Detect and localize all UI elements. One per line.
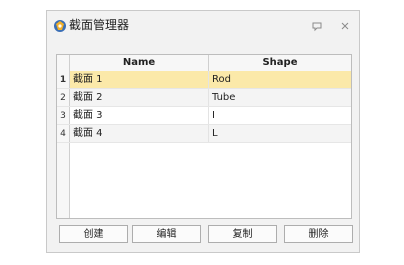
table-corner-cell — [57, 55, 70, 71]
shape-cell[interactable]: L — [209, 125, 351, 143]
table-row[interactable]: 2 截面 2 Tube — [57, 89, 351, 107]
section-manager-dialog: 截面管理器 Name Shape 1 截面 1 Rod 2 截面 2 Tube … — [46, 10, 360, 253]
row-index: 4 — [57, 125, 70, 143]
row-index: 2 — [57, 89, 70, 107]
app-logo-icon — [54, 20, 66, 32]
screenshot-canvas: 截面管理器 Name Shape 1 截面 1 Rod 2 截面 2 Tube … — [0, 0, 404, 265]
name-cell[interactable]: 截面 4 — [70, 125, 209, 143]
table-row[interactable]: 1 截面 1 Rod — [57, 71, 351, 89]
delete-button[interactable]: 删除 — [284, 225, 353, 243]
row-index: 3 — [57, 107, 70, 125]
column-header-shape[interactable]: Shape — [209, 55, 351, 71]
edit-button[interactable]: 编辑 — [132, 225, 201, 243]
shape-cell[interactable]: I — [209, 107, 351, 125]
column-header-name[interactable]: Name — [70, 55, 209, 71]
close-icon[interactable] — [338, 19, 352, 33]
row-index: 1 — [57, 71, 70, 89]
shape-cell[interactable]: Rod — [209, 71, 351, 89]
name-cell[interactable]: 截面 3 — [70, 107, 209, 125]
titlebar: 截面管理器 — [47, 11, 359, 41]
name-cell[interactable]: 截面 2 — [70, 89, 209, 107]
copy-button[interactable]: 复制 — [208, 225, 277, 243]
row-divider — [57, 142, 351, 143]
name-cell[interactable]: 截面 1 — [70, 71, 209, 89]
window-title: 截面管理器 — [69, 18, 130, 32]
shape-cell[interactable]: Tube — [209, 89, 351, 107]
restore-icon[interactable] — [310, 19, 324, 33]
button-bar: 创建 编辑 复制 删除 — [56, 225, 353, 245]
table-row[interactable]: 4 截面 4 L — [57, 125, 351, 143]
table-header: Name Shape — [57, 55, 351, 72]
create-button[interactable]: 创建 — [59, 225, 128, 243]
table-row[interactable]: 3 截面 3 I — [57, 107, 351, 125]
row-header-column — [57, 143, 70, 218]
section-table: Name Shape 1 截面 1 Rod 2 截面 2 Tube 3 截面 3… — [56, 54, 352, 219]
